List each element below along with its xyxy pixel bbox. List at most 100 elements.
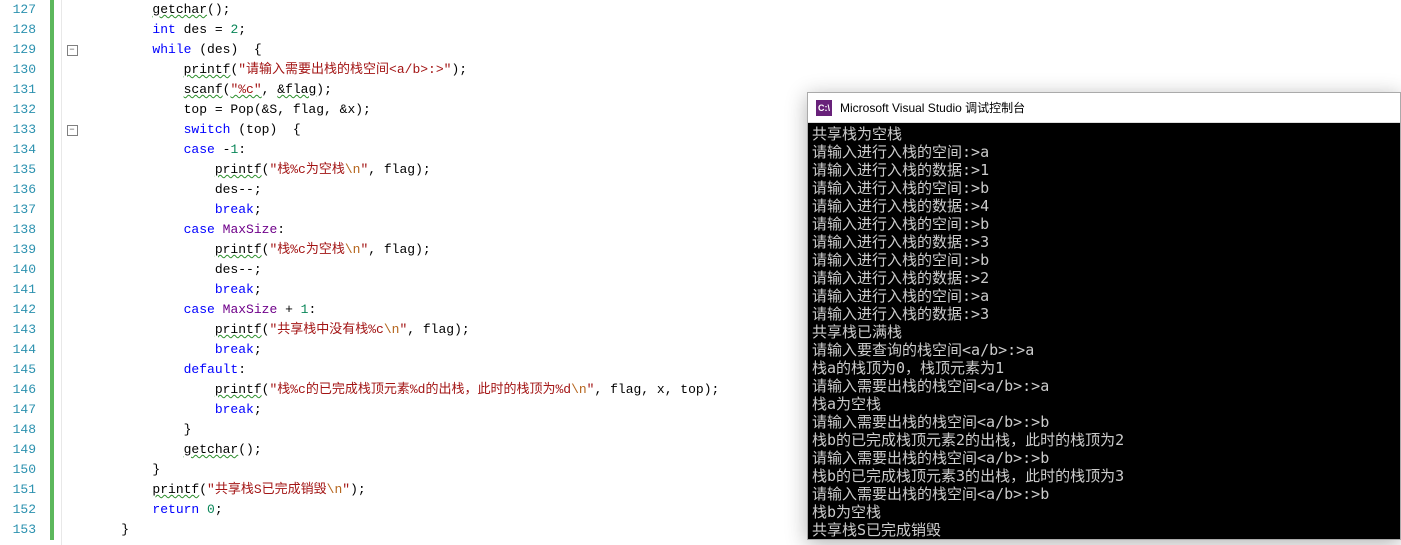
code-line[interactable]: while (des) { <box>90 40 1401 60</box>
console-line: 栈b的已完成栈顶元素3的出栈，此时的栈顶为3 <box>812 467 1396 485</box>
line-number: 149 <box>0 440 36 460</box>
console-line: 请输入进行入栈的数据:>2 <box>812 269 1396 287</box>
code-line[interactable]: getchar(); <box>90 0 1401 20</box>
console-line: 请输入进行入栈的空间:>a <box>812 287 1396 305</box>
console-line: 请输入进行入栈的空间:>b <box>812 215 1396 233</box>
line-number: 147 <box>0 400 36 420</box>
debug-console-window[interactable]: C:\ Microsoft Visual Studio 调试控制台 共享栈为空栈… <box>807 92 1401 540</box>
change-bar <box>50 460 54 480</box>
line-number: 144 <box>0 340 36 360</box>
fold-cell <box>62 0 82 20</box>
change-bar <box>50 100 54 120</box>
fold-gutter: −− <box>62 0 82 545</box>
change-bar <box>50 180 54 200</box>
line-number: 150 <box>0 460 36 480</box>
change-bar <box>50 300 54 320</box>
console-line: 栈a的栈顶为0，栈顶元素为1 <box>812 359 1396 377</box>
change-bar <box>50 440 54 460</box>
line-number: 142 <box>0 300 36 320</box>
console-output[interactable]: 共享栈为空栈请输入进行入栈的空间:>a请输入进行入栈的数据:>1请输入进行入栈的… <box>808 123 1400 541</box>
line-number: 148 <box>0 420 36 440</box>
fold-cell <box>62 340 82 360</box>
line-number: 151 <box>0 480 36 500</box>
line-number: 133 <box>0 120 36 140</box>
line-number: 141 <box>0 280 36 300</box>
change-bar <box>50 420 54 440</box>
line-number: 134 <box>0 140 36 160</box>
fold-cell[interactable]: − <box>62 120 82 140</box>
line-number: 136 <box>0 180 36 200</box>
fold-cell <box>62 100 82 120</box>
console-line: 共享栈为空栈 <box>812 125 1396 143</box>
change-bar <box>50 480 54 500</box>
line-number: 140 <box>0 260 36 280</box>
change-bar <box>50 500 54 520</box>
change-bar <box>50 340 54 360</box>
fold-cell <box>62 460 82 480</box>
console-line: 请输入进行入栈的数据:>4 <box>812 197 1396 215</box>
fold-cell <box>62 20 82 40</box>
console-line: 共享栈已满栈 <box>812 323 1396 341</box>
console-line: 请输入需要出栈的栈空间<a/b>:>a <box>812 377 1396 395</box>
change-bar <box>50 80 54 100</box>
console-titlebar[interactable]: C:\ Microsoft Visual Studio 调试控制台 <box>808 93 1400 123</box>
fold-cell <box>62 380 82 400</box>
console-line: 请输入要查询的栈空间<a/b>:>a <box>812 341 1396 359</box>
console-line: 请输入进行入栈的数据:>1 <box>812 161 1396 179</box>
change-bar <box>50 60 54 80</box>
code-line[interactable]: int des = 2; <box>90 20 1401 40</box>
change-bar <box>50 220 54 240</box>
fold-cell <box>62 180 82 200</box>
change-bar <box>50 400 54 420</box>
change-bar <box>50 320 54 340</box>
change-bar <box>50 280 54 300</box>
console-line: 栈b的已完成栈顶元素2的出栈，此时的栈顶为2 <box>812 431 1396 449</box>
fold-cell <box>62 260 82 280</box>
line-number: 131 <box>0 80 36 100</box>
fold-cell <box>62 80 82 100</box>
console-line: 请输入需要出栈的栈空间<a/b>:>b <box>812 449 1396 467</box>
console-line: 共享栈S已完成销毁 <box>812 521 1396 539</box>
line-number: 129 <box>0 40 36 60</box>
line-number-gutter: 1271281291301311321331341351361371381391… <box>0 0 42 545</box>
fold-cell <box>62 60 82 80</box>
fold-cell <box>62 480 82 500</box>
fold-cell <box>62 320 82 340</box>
change-tracker <box>42 0 62 545</box>
fold-toggle-icon[interactable]: − <box>67 125 78 136</box>
change-bar <box>50 240 54 260</box>
line-number: 146 <box>0 380 36 400</box>
code-line[interactable]: printf("请输入需要出栈的栈空间<a/b>:>"); <box>90 60 1401 80</box>
line-number: 128 <box>0 20 36 40</box>
change-bar <box>50 160 54 180</box>
fold-cell[interactable]: − <box>62 40 82 60</box>
line-number: 153 <box>0 520 36 540</box>
fold-cell <box>62 280 82 300</box>
line-number: 138 <box>0 220 36 240</box>
line-number: 137 <box>0 200 36 220</box>
fold-cell <box>62 400 82 420</box>
change-bar <box>50 520 54 540</box>
console-line: 请输入进行入栈的空间:>a <box>812 143 1396 161</box>
fold-cell <box>62 420 82 440</box>
fold-cell <box>62 220 82 240</box>
line-number: 130 <box>0 60 36 80</box>
line-number: 132 <box>0 100 36 120</box>
fold-toggle-icon[interactable]: − <box>67 45 78 56</box>
line-number: 152 <box>0 500 36 520</box>
change-bar <box>50 200 54 220</box>
change-bar <box>50 360 54 380</box>
fold-cell <box>62 440 82 460</box>
fold-cell <box>62 140 82 160</box>
fold-cell <box>62 520 82 540</box>
fold-cell <box>62 240 82 260</box>
console-line: 栈a为空栈 <box>812 395 1396 413</box>
console-title: Microsoft Visual Studio 调试控制台 <box>840 99 1025 116</box>
console-line: 请输入进行入栈的数据:>3 <box>812 305 1396 323</box>
fold-cell <box>62 200 82 220</box>
fold-cell <box>62 360 82 380</box>
console-icon: C:\ <box>816 100 832 116</box>
console-line: 请输入进行入栈的空间:>b <box>812 251 1396 269</box>
line-number: 143 <box>0 320 36 340</box>
change-bar <box>50 260 54 280</box>
